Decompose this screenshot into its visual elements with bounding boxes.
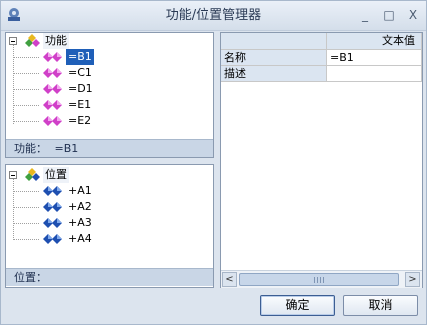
blue-diamond-icon [43, 218, 62, 228]
function-status-value: =B1 [54, 142, 79, 155]
close-button[interactable]: X [405, 7, 421, 23]
scroll-right-button[interactable]: > [405, 272, 420, 287]
function-item-label: =D1 [68, 82, 93, 95]
property-grid-panel[interactable]: 文本值 名称 =B1 描述 < > [220, 32, 423, 288]
function-item-label: =E1 [68, 98, 92, 111]
function-item-label: =B1 [66, 49, 94, 65]
minimize-button[interactable]: _ [357, 7, 373, 23]
collapse-toggle-icon[interactable] [9, 171, 17, 179]
scroll-thumb[interactable] [239, 273, 399, 286]
grid-row-value-cell[interactable] [327, 66, 422, 82]
location-root-label: 位置 [43, 167, 69, 183]
grid-row-name-cell: 名称 [221, 50, 327, 66]
location-item-label: +A3 [68, 216, 92, 229]
collapse-toggle-icon[interactable] [9, 37, 17, 45]
pink-diamond-icon [43, 52, 62, 62]
location-status-label: 位置： [14, 271, 47, 284]
grid-row-name-cell: 描述 [221, 66, 327, 82]
grid-header-value: 文本值 [327, 33, 422, 50]
blue-diamond-icon [43, 234, 62, 244]
scroll-left-button[interactable]: < [222, 272, 237, 287]
maximize-button[interactable]: □ [381, 7, 397, 23]
location-item-label: +A2 [68, 200, 92, 213]
pink-diamond-icon [43, 116, 62, 126]
pink-diamond-icon [43, 100, 62, 110]
function-status-label: 功能： [14, 142, 47, 155]
function-item-label: =E2 [68, 114, 92, 127]
location-item-label: +A1 [68, 184, 92, 197]
location-manager-window: 功能/位置管理器 _ □ X 功能 =B1 =C1 =D1 =E1 =E2 功能… [0, 0, 427, 325]
function-group-icon [25, 34, 40, 47]
blue-diamond-icon [43, 186, 62, 196]
function-item-label: =C1 [68, 66, 92, 79]
ok-button[interactable]: 确定 [260, 295, 335, 316]
title-bar[interactable]: 功能/位置管理器 _ □ X [1, 1, 426, 31]
location-item-label: +A4 [68, 232, 92, 245]
grid-row-value-cell[interactable]: =B1 [327, 50, 422, 66]
pink-diamond-icon [43, 68, 62, 78]
horizontal-scrollbar[interactable]: < > [221, 270, 422, 288]
grid-header-name [221, 33, 327, 50]
function-tree-panel[interactable]: 功能 =B1 =C1 =D1 =E1 =E2 功能： =B1 [5, 32, 214, 158]
location-status-bar: 位置： [6, 268, 213, 286]
blue-diamond-icon [43, 202, 62, 212]
location-group-icon [25, 168, 40, 181]
pink-diamond-icon [43, 84, 62, 94]
function-status-bar: 功能： =B1 [6, 139, 213, 157]
location-tree-panel[interactable]: 位置 +A1 +A2 +A3 +A4 位置： [5, 164, 214, 288]
function-root-label: 功能 [43, 33, 69, 49]
cancel-button[interactable]: 取消 [343, 295, 418, 316]
